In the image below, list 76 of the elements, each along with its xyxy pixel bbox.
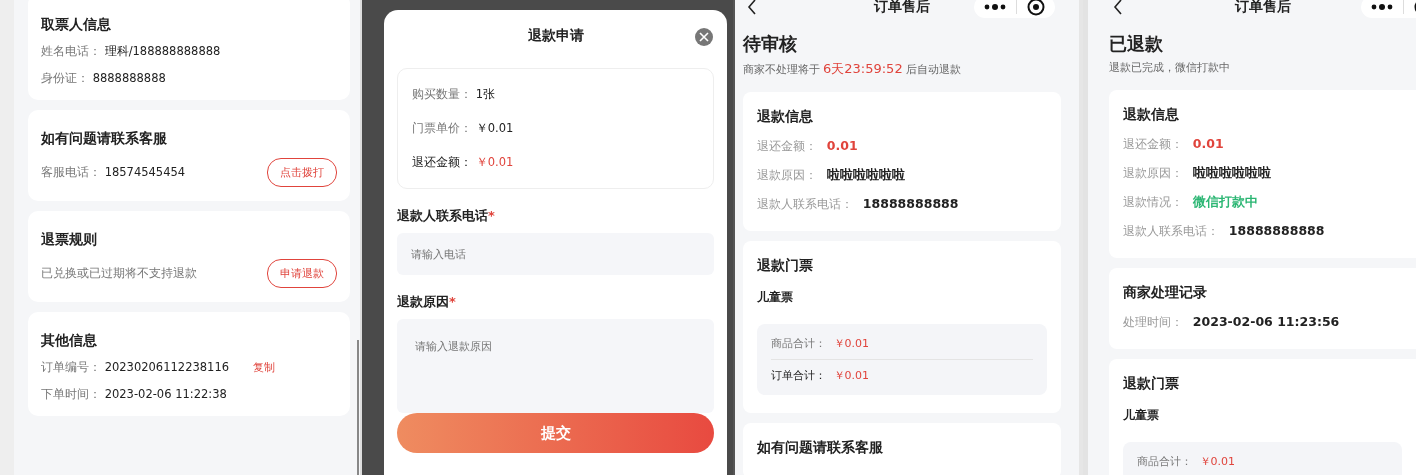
field-value: 18574545454 bbox=[104, 165, 186, 179]
more-icon[interactable] bbox=[984, 4, 1006, 10]
field-label: 客服电话： bbox=[41, 165, 101, 179]
reason-textarea[interactable]: 请输入退款原因 bbox=[397, 319, 714, 413]
field-label: 订单编号： bbox=[41, 360, 101, 374]
summary-value: 1张 bbox=[475, 87, 495, 101]
summary-label: 退还金额： bbox=[412, 155, 472, 169]
card-title: 退款门票 bbox=[1123, 375, 1180, 393]
required-mark: * bbox=[488, 208, 495, 223]
field-label: 身份证： bbox=[41, 71, 89, 85]
field-label: 退款原因： bbox=[757, 168, 817, 182]
notice-text: 商家不处理将于 bbox=[743, 63, 820, 76]
more-icon[interactable] bbox=[1371, 4, 1393, 10]
summary-label: 购买数量： bbox=[412, 87, 472, 101]
field-label: 退款情况： bbox=[1123, 195, 1183, 209]
card-title: 退款信息 bbox=[757, 108, 814, 126]
field-value: 理科/188888888888 bbox=[104, 44, 221, 58]
card-title: 退款门票 bbox=[757, 257, 814, 275]
target-icon[interactable] bbox=[1027, 0, 1045, 16]
copy-link[interactable]: 复制 bbox=[252, 361, 275, 374]
field-label: 退还金额： bbox=[757, 139, 817, 153]
field-label: 处理时间： bbox=[1123, 315, 1183, 329]
card-title: 退票规则 bbox=[41, 231, 98, 249]
field-value: 微信打款中 bbox=[1192, 194, 1258, 209]
rule-text: 已兑换或已过期将不支持退款 bbox=[41, 266, 197, 280]
close-icon bbox=[699, 32, 709, 42]
field-value: 18888888888 bbox=[862, 196, 959, 211]
field-value: 2023-02-06 11:23:56 bbox=[1192, 314, 1340, 329]
field-label: 退款原因： bbox=[1123, 166, 1183, 180]
total-amount: ￥0.01 bbox=[833, 369, 869, 382]
dialog-title: 退款申请 bbox=[527, 27, 584, 45]
field-value: 0.01 bbox=[826, 138, 858, 153]
card-title: 如有问题请联系客服 bbox=[41, 130, 168, 148]
field-label: 退还金额： bbox=[1123, 137, 1183, 151]
field-value: 啦啦啦啦啦啦 bbox=[1192, 165, 1271, 180]
field-label: 下单时间： bbox=[41, 387, 101, 401]
field-value: 啦啦啦啦啦啦 bbox=[826, 167, 905, 182]
total-label: 商品合计： bbox=[771, 337, 826, 350]
action-button[interactable]: 点击拨打 bbox=[267, 158, 337, 187]
field-value: 2023-02-06 11:22:38 bbox=[104, 387, 227, 401]
field-value: 8888888888 bbox=[92, 71, 166, 85]
summary-value: ￥0.01 bbox=[475, 155, 514, 169]
card-title: 退款信息 bbox=[1123, 106, 1180, 124]
submit-button[interactable]: 提交 bbox=[397, 413, 714, 453]
field-label: 退款人联系电话： bbox=[1123, 224, 1219, 238]
status-title: 已退款 bbox=[1109, 32, 1164, 56]
close-button[interactable] bbox=[695, 28, 713, 46]
required-mark: * bbox=[449, 294, 456, 309]
action-button[interactable]: 申请退款 bbox=[267, 259, 337, 288]
field-value: 0.01 bbox=[1192, 136, 1224, 151]
card-title: 如有问题请联系客服 bbox=[757, 439, 884, 457]
countdown: 6天23:59:52 bbox=[823, 61, 903, 76]
total-label: 订单合计： bbox=[771, 369, 826, 382]
field-label: 退款人联系电话 bbox=[397, 208, 488, 223]
field-label: 退款人联系电话： bbox=[757, 197, 853, 211]
phone-input[interactable]: 请输入电话 bbox=[397, 233, 714, 275]
field-label: 退款原因 bbox=[397, 294, 449, 309]
ticket-name: 儿童票 bbox=[1123, 407, 1160, 424]
status-subtitle: 退款已完成，微信打款中 bbox=[1109, 61, 1230, 74]
ticket-name: 儿童票 bbox=[757, 289, 794, 306]
card-title: 其他信息 bbox=[41, 332, 98, 350]
notice-text: 后自动退款 bbox=[905, 63, 961, 76]
total-amount: ￥0.01 bbox=[1199, 455, 1235, 468]
total-amount: ￥0.01 bbox=[833, 337, 869, 350]
status-title: 待审核 bbox=[743, 32, 798, 56]
card-title: 取票人信息 bbox=[41, 16, 112, 34]
field-value: 18888888888 bbox=[1228, 223, 1325, 238]
card-title: 商家处理记录 bbox=[1123, 284, 1208, 302]
summary-label: 门票单价： bbox=[412, 121, 472, 135]
back-icon[interactable] bbox=[1113, 0, 1123, 15]
total-label: 商品合计： bbox=[1137, 455, 1192, 468]
scrollbar[interactable] bbox=[357, 340, 359, 475]
back-icon[interactable] bbox=[747, 0, 757, 15]
summary-value: ￥0.01 bbox=[475, 121, 514, 135]
field-value: 20230206112238116 bbox=[104, 360, 230, 374]
field-label: 姓名电话： bbox=[41, 44, 101, 58]
